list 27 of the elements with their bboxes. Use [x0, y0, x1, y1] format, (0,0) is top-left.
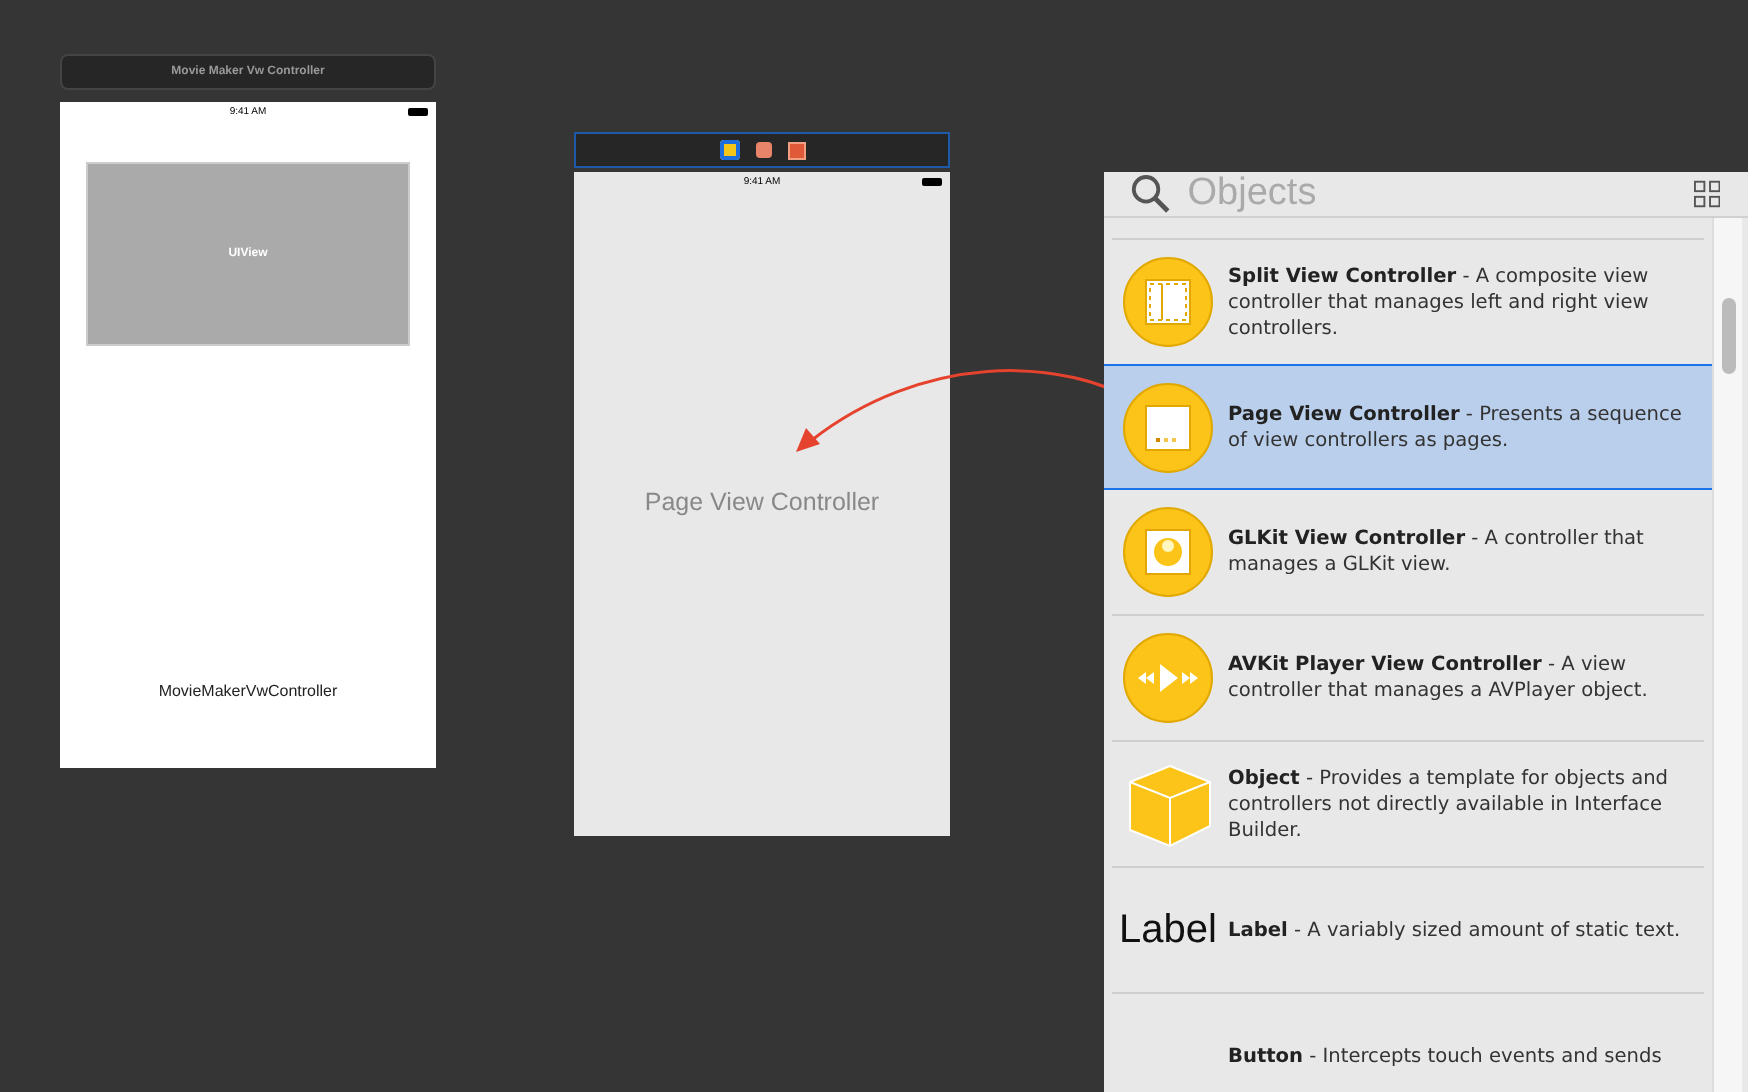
battery-icon: [408, 108, 428, 116]
item-description: Label - A variably sized amount of static text.: [1228, 917, 1681, 943]
library-item[interactable]: Object - Provides a template for objects and controllers not directly available in Interface Builder.: [1112, 740, 1704, 866]
search-icon: [1130, 172, 1172, 216]
grid-view-icon[interactable]: [1693, 180, 1720, 208]
item-description: Page View Controller - Presents a sequence of view controllers as pages.: [1228, 401, 1684, 453]
item-description: Button - Intercepts touch events and sends: [1228, 1043, 1662, 1069]
view-controller-icon[interactable]: [719, 140, 739, 160]
player-controls-icon: [1122, 632, 1214, 724]
scrollbar-thumb[interactable]: [1721, 298, 1735, 374]
library-item[interactable]: Label Label - A variably sized amount of static text.: [1112, 866, 1704, 992]
controller-label: MovieMakerVwController: [158, 682, 338, 700]
label-preview: Label: [1119, 907, 1217, 953]
battery-icon: [922, 178, 942, 186]
search-field[interactable]: Objects: [1187, 172, 1678, 216]
library-item[interactable]: AVKit Player View Controller - A view controller that manages a AVPlayer object.: [1112, 614, 1704, 740]
library-item[interactable]: Button - Intercepts touch events and sends: [1112, 992, 1704, 1092]
item-description: AVKit Player View Controller - A view controller that manages a AVPlayer object.: [1228, 652, 1650, 704]
page-view-icon: [1122, 381, 1214, 473]
library-item[interactable]: GLKit View Controller - A controller that manages a GLKit view.: [1112, 490, 1704, 614]
item-description: Split View Controller - A composite view controller that manages left and right view controllers.: [1228, 263, 1651, 341]
item-description: Object - Provides a template for objects and controllers not directly available in Interface Builder.: [1228, 765, 1671, 843]
placeholder-label: Page View Controller: [644, 488, 880, 516]
glkit-view-icon: [1122, 506, 1214, 598]
split-view-icon: [1122, 256, 1214, 348]
item-description: GLKit View Controller - A controller that manages a GLKit view.: [1228, 526, 1646, 578]
library-item[interactable]: Page View Controller - Presents a sequence of view controllers as pages.: [1104, 364, 1712, 490]
